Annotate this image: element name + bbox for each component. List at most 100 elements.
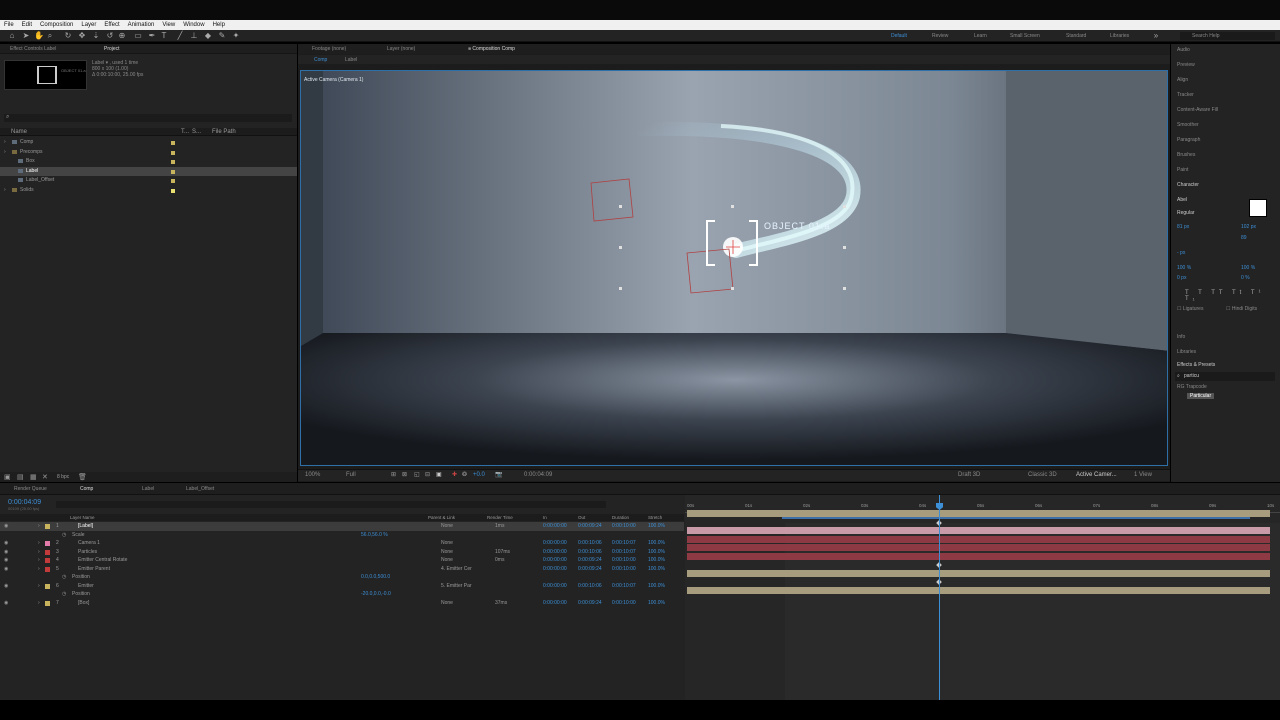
brush-tool-icon[interactable]: ╱: [176, 32, 184, 40]
label-color-swatch[interactable]: [45, 566, 50, 572]
twirl-icon[interactable]: ›: [38, 565, 40, 574]
layer-str[interactable]: 100.0%: [648, 565, 665, 574]
tab-composition[interactable]: ■ Composition Comp: [468, 46, 515, 52]
character-panel-title[interactable]: Character: [1177, 182, 1199, 188]
tab-project[interactable]: Project: [104, 46, 120, 52]
property-row[interactable]: ◷ Position -20.0,0.0,-0.0: [0, 590, 684, 599]
panel-audio[interactable]: Audio: [1177, 47, 1190, 53]
tracking-value[interactable]: 89: [1241, 235, 1247, 241]
layer-out[interactable]: 0:00:09:24: [578, 522, 602, 531]
layer-out[interactable]: 0:00:10:06: [578, 539, 602, 548]
dolly-camera-icon[interactable]: ⇣: [92, 32, 100, 40]
column-type[interactable]: T...: [181, 129, 189, 135]
layer-out[interactable]: 0:00:10:06: [578, 582, 602, 591]
property-row[interactable]: ◷ Position 0.0,0.0,500.0: [0, 573, 684, 582]
workspace-learn[interactable]: Learn: [974, 33, 987, 39]
comp-canvas[interactable]: Active Camera (Camera 1) OBJECT 01.a: [300, 70, 1168, 466]
column-name[interactable]: Name: [11, 129, 27, 135]
label-color-swatch[interactable]: [45, 558, 50, 563]
label-color-swatch[interactable]: [45, 600, 50, 606]
grid-guides-icon[interactable]: ⊟: [425, 471, 430, 478]
col-out[interactable]: Out: [578, 514, 585, 521]
trash-icon[interactable]: 🗑: [78, 473, 87, 481]
parent-select[interactable]: 5. Emitter Par: [441, 582, 472, 591]
label-color-swatch[interactable]: [45, 524, 50, 529]
mask-visibility-icon[interactable]: ◱: [414, 471, 420, 478]
layer-bar[interactable]: [687, 510, 1270, 517]
fill-color-swatch[interactable]: [1249, 199, 1267, 217]
stopwatch-icon[interactable]: ◷: [62, 531, 66, 540]
menu-layer[interactable]: Layer: [81, 22, 96, 28]
col-duration[interactable]: Duration: [612, 514, 629, 521]
layer-str[interactable]: 100.0%: [648, 582, 665, 591]
workspace-review[interactable]: Review: [932, 33, 948, 39]
layer-str[interactable]: 100.0%: [648, 539, 665, 548]
parent-select[interactable]: None: [441, 548, 453, 557]
stroke-width-value[interactable]: - px: [1177, 250, 1185, 256]
puppet-tool-icon[interactable]: ✦: [232, 32, 240, 40]
layer-in[interactable]: 0:00:00:00: [543, 522, 567, 531]
eye-icon[interactable]: ◉: [4, 539, 8, 548]
project-item[interactable]: › Precomps: [0, 148, 297, 157]
snapshot-icon[interactable]: 📷: [495, 471, 502, 478]
libraries-panel-title[interactable]: Libraries: [1177, 349, 1196, 355]
twirl-icon[interactable]: ›: [38, 599, 40, 608]
delete-icon[interactable]: ✕: [42, 473, 48, 481]
tab-effect-controls[interactable]: Effect Controls Label: [10, 46, 56, 52]
search-help-input[interactable]: Search Help: [1180, 32, 1275, 40]
eye-icon[interactable]: ◉: [4, 522, 8, 531]
workspace-libraries[interactable]: Libraries: [1110, 33, 1129, 39]
resolution-select[interactable]: Full: [346, 472, 356, 478]
col-stretch[interactable]: Stretch: [648, 514, 662, 521]
layer-str[interactable]: 100.0%: [648, 599, 665, 608]
font-style-select[interactable]: Regular: [1177, 210, 1195, 216]
workspace-default[interactable]: Default: [891, 33, 907, 39]
column-size[interactable]: S...: [192, 129, 201, 135]
property-row[interactable]: ◷ Scale 56.0,56.0 %: [0, 531, 684, 540]
transparency-grid-icon[interactable]: ⊠: [402, 471, 407, 478]
twirl-icon[interactable]: ›: [38, 539, 40, 548]
panel-paragraph[interactable]: Paragraph: [1177, 137, 1200, 143]
layer-row[interactable]: ◉ › 6 Emitter 5. Emitter Par 0:00:00:00 0:00:1…: [0, 582, 684, 591]
baseline-shift-value[interactable]: 0 px: [1177, 275, 1186, 281]
tab-layer[interactable]: Layer (none): [387, 46, 415, 52]
eye-icon[interactable]: ◉: [4, 599, 8, 608]
layer-in[interactable]: 0:00:00:00: [543, 539, 567, 548]
twirl-icon[interactable]: ›: [38, 522, 40, 531]
layer-str[interactable]: 100.0%: [648, 522, 665, 531]
timeline-search-input[interactable]: [56, 501, 606, 508]
layer-dur[interactable]: 0:00:10:00: [612, 556, 636, 565]
eye-icon[interactable]: ◉: [4, 556, 8, 565]
horizontal-scale-value[interactable]: 100 %: [1241, 265, 1255, 271]
more-workspaces-icon[interactable]: »: [1152, 32, 1160, 40]
panel-align[interactable]: Align: [1177, 77, 1188, 83]
col-layer-name[interactable]: Layer Name: [70, 514, 95, 521]
layer-dur[interactable]: 0:00:10:07: [612, 539, 636, 548]
layer-row[interactable]: ◉ › 3 Particles None 107ms 0:00:00:00 0:00:10:0…: [0, 548, 684, 557]
twirl-icon[interactable]: ›: [38, 556, 40, 565]
panel-content-aware-fill[interactable]: Content-Aware Fill: [1177, 107, 1218, 113]
label-color-swatch[interactable]: [45, 549, 50, 555]
menu-window[interactable]: Window: [183, 22, 204, 28]
panel-paint[interactable]: Paint: [1177, 167, 1188, 173]
timeline-tab-comp[interactable]: Comp: [80, 486, 93, 492]
layer-row[interactable]: ◉ › 1 [Label] None 1ms 0:00:00:00 0:00:09:24 0:0…: [0, 522, 684, 531]
property-value[interactable]: -20.0,0.0,-0.0: [361, 590, 391, 599]
layer-dur[interactable]: 0:00:10:00: [612, 599, 636, 608]
layer-dur[interactable]: 0:00:10:00: [612, 565, 636, 574]
parent-select[interactable]: None: [441, 556, 453, 565]
layer-in[interactable]: 0:00:00:00: [543, 599, 567, 608]
label-color-swatch[interactable]: [171, 169, 175, 174]
twirl-icon[interactable]: ›: [4, 186, 6, 195]
label-color-swatch[interactable]: [171, 160, 175, 164]
pan-camera-icon[interactable]: ✥: [78, 32, 86, 40]
property-value[interactable]: 56.0,56.0 %: [361, 531, 388, 540]
rotate-tool-icon[interactable]: ↺: [106, 32, 114, 40]
layer-dur[interactable]: 0:00:10:07: [612, 582, 636, 591]
current-timecode[interactable]: 0:00:04:09: [8, 499, 41, 506]
effect-particular[interactable]: Particular: [1187, 393, 1215, 399]
clone-stamp-icon[interactable]: ⊥: [190, 32, 198, 40]
twirl-icon[interactable]: ›: [38, 548, 40, 557]
home-icon[interactable]: ⌂: [8, 32, 16, 40]
col-render-time[interactable]: Render Time: [487, 514, 513, 521]
